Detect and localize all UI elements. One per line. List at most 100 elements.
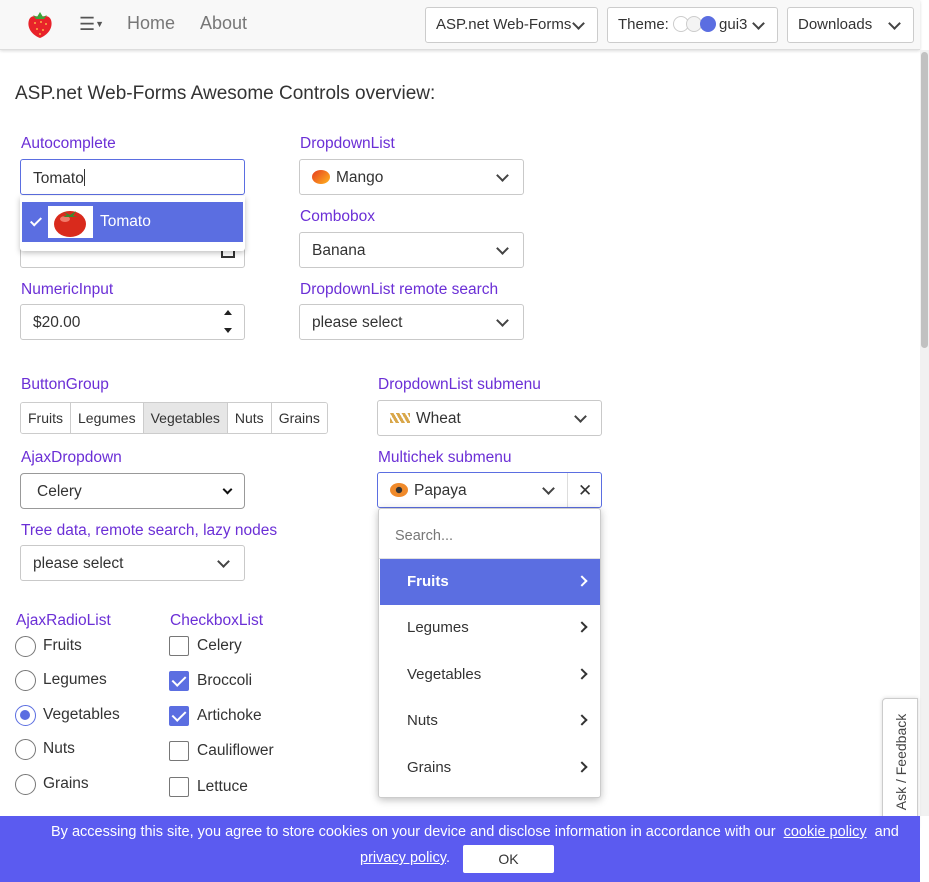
cookie-ok-button[interactable]: OK <box>463 845 554 873</box>
feedback-label: Ask / Feedback <box>893 713 909 811</box>
page-title: ASP.net Web-Forms Awesome Controls overv… <box>15 83 436 104</box>
dropdown-remote-label: DropdownList remote search <box>300 281 499 298</box>
buttongroup-grains[interactable]: Grains <box>271 403 327 433</box>
buttongroup-legumes[interactable]: Legumes <box>71 403 144 433</box>
scrollbar-thumb[interactable] <box>921 52 928 348</box>
wheat-icon <box>390 413 410 423</box>
checkbox-label-lettuce: Lettuce <box>197 778 248 795</box>
menu-item-label: Grains <box>407 759 452 776</box>
chevron-down-icon <box>496 169 509 182</box>
menu-item-vegetables[interactable]: Vegetables <box>380 652 600 698</box>
menu-item-label: Legumes <box>407 619 469 636</box>
autocomplete-popup: Tomato <box>20 196 245 251</box>
menu-item-label: Vegetables <box>407 666 482 683</box>
buttongroup-vegetables[interactable]: Vegetables <box>143 403 228 433</box>
radio-label-legumes: Legumes <box>43 671 107 688</box>
cookie-and: and <box>874 824 899 840</box>
menu-item-legumes[interactable]: Legumes <box>380 605 600 651</box>
radio-grains[interactable] <box>15 774 36 795</box>
radio-fruits[interactable] <box>15 636 36 657</box>
ajax-dropdown-value: Celery <box>37 483 82 500</box>
dropdownlist-label: DropdownList <box>300 135 395 152</box>
checkmark-icon <box>29 214 43 227</box>
tree-data-value: please select <box>33 555 124 572</box>
checkbox-lettuce[interactable] <box>169 777 189 797</box>
chevron-down-icon <box>888 17 901 30</box>
checkbox-artichoke[interactable] <box>169 706 189 726</box>
cookie-period: . <box>445 850 450 866</box>
buttongroup-fruits[interactable]: Fruits <box>21 403 71 433</box>
cookie-text: By accessing this site, you agree to sto… <box>51 824 776 840</box>
chevron-down-icon <box>222 484 233 495</box>
chevron-right-icon <box>576 668 588 680</box>
autocomplete-input[interactable]: Tomato <box>20 159 245 195</box>
radio-label-fruits: Fruits <box>43 637 82 654</box>
autocomplete-suggestion[interactable]: Tomato <box>22 202 243 242</box>
radio-vegetables[interactable] <box>15 705 36 726</box>
dropdown-submenu-select[interactable]: Wheat <box>377 400 602 436</box>
checkbox-celery[interactable] <box>169 636 189 656</box>
close-icon: ✕ <box>578 481 593 500</box>
papaya-icon <box>390 483 408 497</box>
menu-item-nuts[interactable]: Nuts <box>380 698 600 744</box>
multichek-search-input[interactable]: Search... <box>395 528 453 544</box>
page-scrollbar[interactable] <box>920 50 929 816</box>
spin-down-icon[interactable] <box>224 328 232 333</box>
chevron-down-icon <box>572 17 585 30</box>
hamburger-menu-icon[interactable]: ☰▼ <box>79 14 104 35</box>
radio-label-grains: Grains <box>43 775 89 792</box>
dropdown-remote-select[interactable]: please select <box>299 304 524 340</box>
checkbox-cauliflower[interactable] <box>169 741 189 761</box>
ajax-dropdown-select[interactable]: Celery <box>20 473 245 509</box>
privacy-policy-link[interactable]: privacy policy <box>360 850 446 866</box>
radio-label-nuts: Nuts <box>43 740 75 757</box>
downloads-label: Downloads <box>798 16 873 33</box>
top-navbar: ☰▼ Home About ASP.net Web-Forms Theme: g… <box>0 0 920 50</box>
downloads-select[interactable]: Downloads <box>787 7 914 43</box>
multichek-label: Multichek submenu <box>378 449 512 466</box>
radio-label-vegetables: Vegetables <box>43 706 120 723</box>
ajax-dropdown-label: AjaxDropdown <box>21 449 122 466</box>
strawberry-logo-icon[interactable] <box>24 8 56 40</box>
nav-home-link[interactable]: Home <box>127 13 175 34</box>
framework-select-value: ASP.net Web-Forms <box>436 16 572 33</box>
checkbox-broccoli[interactable] <box>169 671 189 691</box>
menu-item-fruits[interactable]: Fruits <box>380 559 600 605</box>
dropdown-submenu-value: Wheat <box>416 410 461 427</box>
text-caret <box>83 169 85 186</box>
spin-up-icon[interactable] <box>224 310 232 315</box>
dropdownlist-select[interactable]: Mango <box>299 159 524 195</box>
radio-nuts[interactable] <box>15 739 36 760</box>
chevron-right-icon <box>576 621 588 633</box>
checkbox-label-broccoli: Broccoli <box>197 672 253 689</box>
buttongroup-nuts[interactable]: Nuts <box>227 403 272 433</box>
menu-item-label: Fruits <box>407 573 449 590</box>
checkbox-label-cauliflower: Cauliflower <box>197 742 274 759</box>
theme-value: gui3 <box>719 16 748 33</box>
chevron-down-icon <box>496 314 509 327</box>
nav-about-link[interactable]: About <box>200 13 247 34</box>
cookie-policy-link[interactable]: cookie policy <box>784 824 867 840</box>
tomato-thumbnail <box>48 206 93 238</box>
multichek-select[interactable]: Papaya ✕ <box>377 472 602 508</box>
combobox-select[interactable]: Banana <box>299 232 524 268</box>
theme-label: Theme: <box>618 16 669 33</box>
buttongroup: Fruits Legumes Vegetables Nuts Grains <box>20 402 328 434</box>
buttongroup-label: ButtonGroup <box>21 376 109 393</box>
chevron-down-icon <box>496 242 509 255</box>
dropdown-submenu-label: DropdownList submenu <box>378 376 541 393</box>
theme-select[interactable]: Theme: gui3 <box>607 7 778 43</box>
feedback-tab[interactable]: Ask / Feedback <box>882 698 918 828</box>
clear-button[interactable]: ✕ <box>567 473 601 507</box>
dropdown-remote-value: please select <box>312 314 403 331</box>
chevron-right-icon <box>576 575 588 587</box>
chevron-down-icon <box>574 410 587 423</box>
radio-legumes[interactable] <box>15 670 36 691</box>
tree-data-select[interactable]: please select <box>20 545 245 581</box>
chevron-down-icon <box>752 17 765 30</box>
numeric-input[interactable]: $20.00 <box>20 304 245 340</box>
framework-select[interactable]: ASP.net Web-Forms <box>425 7 598 43</box>
menu-item-grains[interactable]: Grains <box>380 745 600 791</box>
numeric-input-value: $20.00 <box>33 314 81 331</box>
tree-data-label: Tree data, remote search, lazy nodes <box>21 522 278 539</box>
